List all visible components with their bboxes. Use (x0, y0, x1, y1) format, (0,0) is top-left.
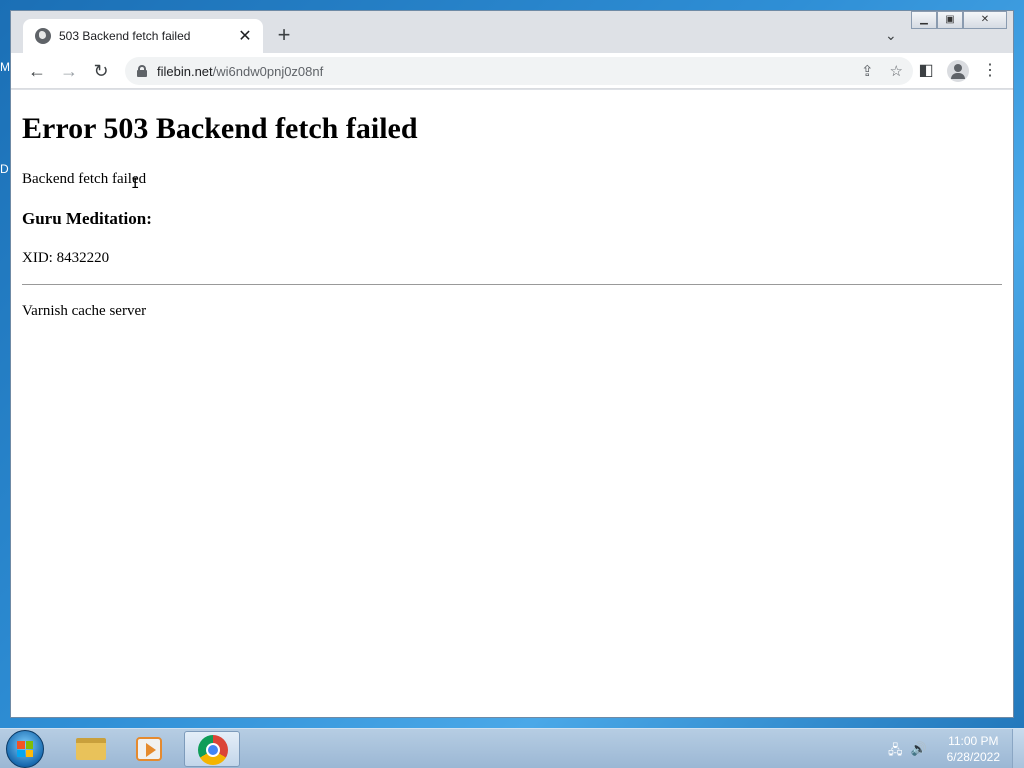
taskbar-chrome[interactable] (184, 731, 240, 767)
server-footer: Varnish cache server (22, 303, 147, 319)
back-arrow-icon[interactable]: ← (25, 59, 49, 83)
taskbar-file-explorer[interactable] (62, 731, 118, 767)
forward-arrow-icon[interactable]: → (57, 59, 81, 83)
folder-icon (76, 738, 106, 760)
maximize-button[interactable]: ▣ (937, 11, 963, 29)
address-bar[interactable]: filebin.net/wi6ndw0pnj0z08nf ⇪ ☆ (125, 57, 913, 85)
menu-kebab-icon[interactable]: ⋮ (979, 59, 1001, 83)
tab-active[interactable]: 503 Backend fetch failed ✕ (23, 19, 263, 53)
clock-time: 11:00 PM (948, 734, 999, 748)
tab-search-chevron-icon[interactable]: ⌄ (885, 27, 897, 44)
chrome-icon (198, 735, 228, 765)
xid-text: XID: 8432220 (22, 250, 110, 266)
close-tab-icon[interactable]: ✕ (237, 26, 253, 46)
bookmark-star-icon[interactable]: ☆ (890, 62, 903, 80)
lock-icon[interactable] (137, 65, 147, 77)
tab-strip: 503 Backend fetch failed ✕ + ⌄ ▁ ▣ ✕ (11, 11, 1013, 53)
show-desktop-button[interactable] (1012, 729, 1024, 768)
taskbar-media-player[interactable] (122, 731, 178, 767)
new-tab-button[interactable]: + (273, 24, 295, 47)
profile-avatar-icon[interactable] (947, 60, 969, 82)
window-controls: ▁ ▣ ✕ (911, 11, 1007, 29)
start-button[interactable] (6, 730, 44, 768)
page-content: Error 503 Backend fetch failed Backend f… (11, 90, 1013, 717)
clock[interactable]: 11:00 PM 6/28/2022 (947, 733, 1000, 765)
error-message: Backend fetch failed (22, 171, 147, 187)
text-cursor-icon: I (131, 176, 140, 192)
minimize-button[interactable]: ▁ (911, 11, 937, 29)
guru-meditation-heading: Guru Meditation: (22, 209, 152, 228)
system-tray: 🖧 🔊 (888, 741, 927, 763)
volume-icon[interactable]: 🔊 (911, 741, 927, 763)
windows-logo-icon (17, 741, 33, 757)
network-icon[interactable]: 🖧 (888, 741, 903, 763)
media-player-icon (136, 737, 162, 761)
share-icon[interactable]: ⇪ (861, 62, 874, 80)
close-window-button[interactable]: ✕ (963, 11, 1007, 29)
browser-toolbar: ← → ↻ filebin.net/wi6ndw0pnj0z08nf ⇪ ☆ ◧… (11, 53, 1013, 89)
error-heading: Error 503 Backend fetch failed (22, 112, 418, 145)
globe-icon (35, 28, 51, 44)
reload-icon[interactable]: ↻ (89, 59, 113, 83)
tab-title: 503 Backend fetch failed (59, 29, 191, 43)
clock-date: 6/28/2022 (946, 750, 1000, 764)
url-text[interactable]: filebin.net/wi6ndw0pnj0z08nf (157, 64, 323, 79)
side-panel-icon[interactable]: ◧ (915, 59, 937, 83)
taskbar: 🖧 🔊 11:00 PM 6/28/2022 (0, 728, 1024, 768)
browser-window: 503 Backend fetch failed ✕ + ⌄ ▁ ▣ ✕ ← →… (10, 10, 1014, 718)
divider (22, 284, 1002, 285)
